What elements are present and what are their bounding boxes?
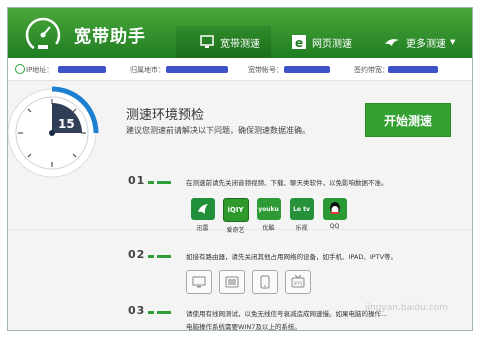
step-text: 在测速前请先关闭音频视频、下载、聊天类软件，以免影响数据不准。: [186, 179, 388, 187]
countdown-dial: 15: [8, 86, 99, 178]
account-info-bar: IP地址： 归属地市： 宽带帐号： 签约带宽：: [8, 58, 472, 81]
user-icon: [15, 64, 25, 74]
tablet-icon: [219, 270, 245, 294]
tab-broadband-speed[interactable]: 宽带测速: [176, 26, 271, 58]
tab-web-speed[interactable]: e 网页测速: [278, 26, 368, 58]
app-youku: youku 优酷: [252, 198, 285, 234]
step-number: 01: [128, 174, 146, 187]
xunlei-icon: [190, 198, 215, 220]
app-iqiyi: iQIY 爱奇艺: [219, 198, 252, 234]
app-title: 宽带助手: [74, 27, 146, 47]
diagnostic-description: 建议您测速前请解决以下问题，确保测速数据准确。: [126, 126, 310, 135]
speedometer-logo-icon: [25, 17, 61, 53]
qq-icon: [322, 198, 347, 220]
dial-value: 15: [58, 117, 75, 131]
app-name: 乐视: [295, 225, 308, 232]
app-letv: Le tv 乐视: [285, 198, 318, 234]
step-number: 02: [128, 248, 146, 261]
youku-icon: youku: [256, 198, 281, 220]
start-test-button[interactable]: 开始测速: [365, 103, 451, 137]
app-name: 迅雷: [196, 225, 209, 232]
iqiyi-icon: iQIY: [222, 198, 249, 222]
monitor-icon: [186, 270, 212, 294]
header-bar: 宽带助手 宽带测速 e 网页测速 更多测速 ▼: [8, 8, 472, 58]
browser-e-icon: e: [292, 35, 306, 49]
app-name: QQ: [329, 223, 340, 230]
step-dash: [148, 311, 174, 314]
account-value-redacted: [284, 66, 330, 73]
letv-icon: Le tv: [289, 198, 314, 220]
app-name: 爱奇艺: [226, 227, 245, 234]
step-number: 03: [128, 304, 146, 317]
main-panel: 15 测速环境预检 建议您测速前请解决以下问题，确保测速数据准确。 开始测速 0…: [8, 81, 472, 331]
bandwidth-label: 签约带宽：: [354, 66, 389, 74]
tab-label: 宽带测速: [220, 38, 260, 50]
account-label: 宽带帐号：: [248, 66, 283, 74]
ip-value-redacted: [58, 66, 106, 73]
tab-more-speed[interactable]: 更多测速 ▼: [378, 26, 472, 58]
ip-label: IP地址：: [26, 66, 54, 74]
svg-text:IPTV: IPTV: [294, 281, 303, 286]
device-list: IPTV: [186, 270, 318, 294]
app-list: 迅雷 iQIY 爱奇艺 youku 优酷 Le tv 乐视 QQ: [186, 198, 351, 234]
region-label: 归属地市：: [130, 66, 165, 74]
monitor-icon: [200, 35, 214, 48]
tab-label: 网页测速: [312, 38, 352, 50]
chevron-down-icon: ▼: [450, 38, 456, 46]
app-qq: QQ: [318, 198, 351, 234]
step-text: 如接有路由器，请先关闭其他占用网络的设备，如手机、IPAD、IPTV等。: [186, 253, 398, 261]
svg-text:e: e: [295, 36, 303, 49]
step-text-line2: 电脑操作系统需要WIN7及以上的系统。: [186, 323, 301, 331]
phone-icon: [252, 270, 278, 294]
app-window: 宽带助手 宽带测速 e 网页测速 更多测速 ▼ IP地址： 归属地市： 宽带帐号…: [7, 7, 473, 331]
diagnostic-title: 测速环境预检: [126, 108, 205, 123]
step-text-line1: 请使用有线网测试，以免无线信号衰减造成网速慢。如果电脑的操作...: [186, 310, 388, 318]
watermark: jingyan.baidu.com: [365, 303, 449, 313]
step-dash: [148, 181, 174, 184]
bird-icon: [385, 39, 399, 46]
tab-label: 更多测速: [406, 38, 446, 50]
bandwidth-value-redacted: [388, 66, 438, 73]
app-xunlei: 迅雷: [186, 198, 219, 234]
iptv-icon: IPTV: [285, 270, 311, 294]
step-dash: [148, 255, 174, 258]
region-value-redacted: [166, 66, 228, 73]
app-name: 优酷: [262, 225, 275, 232]
